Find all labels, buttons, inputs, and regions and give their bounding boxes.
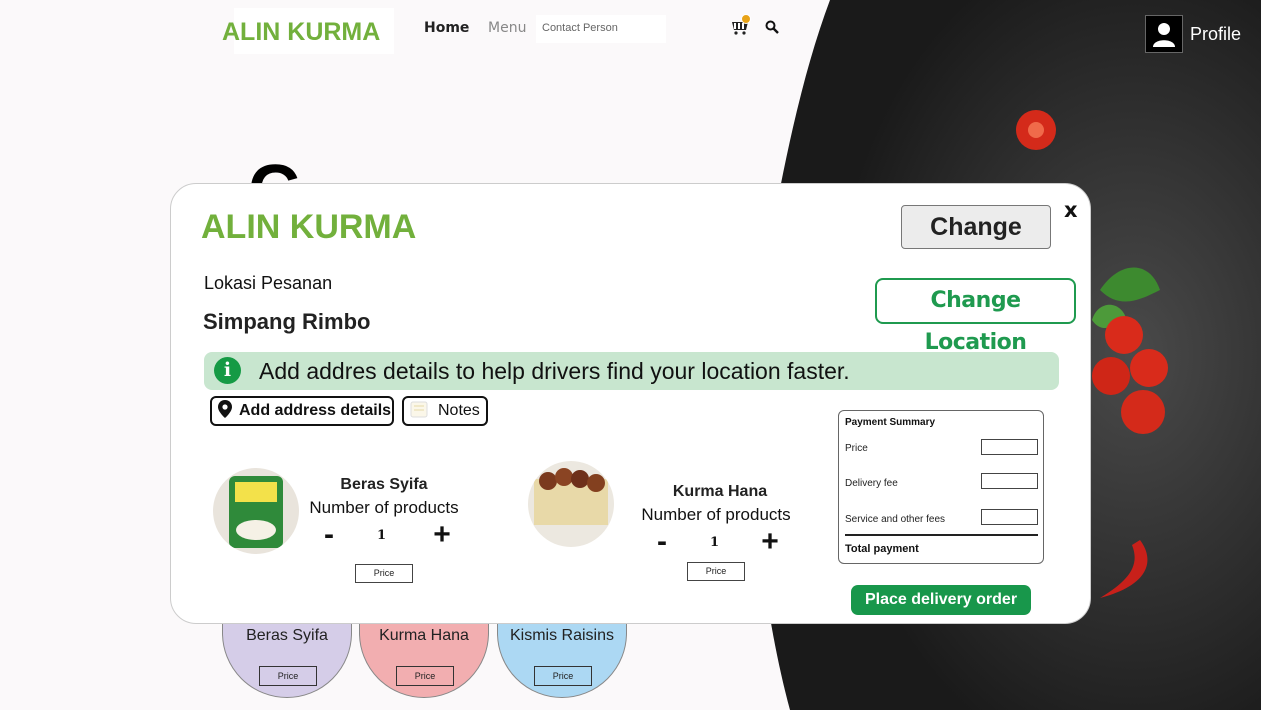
location-label: Lokasi Pesanan bbox=[204, 273, 333, 293]
bg-product-name: Beras Syifa bbox=[246, 627, 328, 644]
nav-contact-person[interactable]: Contact Person bbox=[536, 15, 666, 43]
brand-logo[interactable]: ALIN KURMA bbox=[222, 8, 394, 54]
bg-product-price: Price bbox=[396, 666, 454, 686]
product-price: Price bbox=[355, 564, 413, 583]
total-payment-label: Total payment bbox=[845, 543, 919, 555]
product-count-label: Number of products bbox=[309, 498, 459, 517]
increase-quantity-button[interactable]: + bbox=[757, 527, 783, 557]
product-image-kurma-hana bbox=[528, 461, 614, 547]
product-image-beras-syifa bbox=[213, 468, 299, 554]
service-fee-label: Service and other fees bbox=[845, 514, 946, 525]
bg-product-name: Kismis Raisins bbox=[509, 627, 614, 644]
bg-product-name: Kurma Hana bbox=[379, 627, 469, 644]
payment-summary-title: Payment Summary bbox=[845, 417, 936, 428]
product-price: Price bbox=[687, 562, 745, 581]
profile-button[interactable]: Profile bbox=[1145, 15, 1241, 53]
cart-badge bbox=[741, 14, 751, 24]
map-pin-icon bbox=[218, 399, 232, 423]
quantity-value: 1 bbox=[710, 535, 720, 550]
info-text: Add addres details to help drivers find … bbox=[259, 358, 850, 384]
bg-product-price: Price bbox=[259, 666, 317, 686]
price-value bbox=[981, 439, 1038, 455]
quantity-value: 1 bbox=[377, 528, 387, 543]
user-icon bbox=[1145, 15, 1183, 53]
increase-quantity-button[interactable]: + bbox=[429, 520, 455, 550]
notes-button[interactable]: Notes bbox=[402, 396, 488, 426]
place-order-button[interactable]: Place delivery order bbox=[851, 585, 1031, 615]
delivery-fee-value bbox=[981, 473, 1038, 489]
location-value: Simpang Rimbo bbox=[203, 309, 371, 334]
product-name: Beras Syifa bbox=[340, 476, 428, 493]
change-location-button[interactable]: Change Location bbox=[875, 278, 1076, 355]
payment-summary: Payment Summary Price Delivery fee Servi… bbox=[838, 410, 1044, 564]
search-icon[interactable] bbox=[765, 20, 779, 34]
notepad-icon bbox=[410, 400, 428, 423]
service-fee-value bbox=[981, 509, 1038, 525]
nav-menu[interactable]: Menu bbox=[488, 20, 526, 36]
product-name: Kurma Hana bbox=[672, 483, 768, 500]
decrease-quantity-button[interactable]: - bbox=[649, 527, 675, 557]
brand-text: ALIN KURMA bbox=[222, 18, 381, 46]
product-count-label: Number of products bbox=[641, 505, 791, 524]
info-banner: i Add addres details to help drivers fin… bbox=[204, 352, 1059, 390]
nav-home[interactable]: Home bbox=[424, 20, 469, 36]
profile-label: Profile bbox=[1190, 23, 1242, 44]
price-label: Price bbox=[845, 443, 868, 454]
notes-label: Notes bbox=[438, 402, 480, 419]
bg-product-price: Price bbox=[534, 666, 592, 686]
info-icon: i bbox=[214, 357, 241, 384]
change-button[interactable]: Change bbox=[901, 205, 1051, 249]
divider bbox=[845, 534, 1038, 536]
decrease-quantity-button[interactable]: - bbox=[316, 520, 342, 550]
add-address-label: Add address details bbox=[239, 402, 392, 419]
modal-brand: ALIN KURMA bbox=[201, 208, 417, 246]
order-modal: ALIN KURMA Change x Lokasi Pesanan Simpa… bbox=[170, 183, 1091, 624]
add-address-button[interactable]: Add address details bbox=[210, 396, 394, 426]
close-button[interactable]: x bbox=[1064, 198, 1078, 222]
delivery-fee-label: Delivery fee bbox=[845, 478, 898, 489]
